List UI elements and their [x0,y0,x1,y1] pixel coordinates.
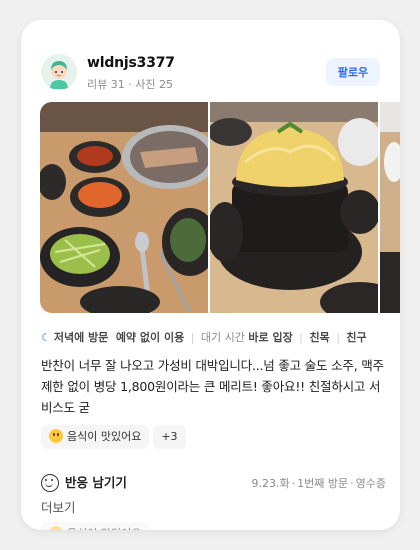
more-button[interactable]: 더보기 [41,497,76,516]
divider: | [190,331,195,344]
stats-separator: · [128,78,132,91]
keyword-tag-label: 음식이 맛있어요 [67,430,142,443]
visit-count: 1번째 방문 [297,477,349,490]
wait-time-value: 바로 입장 [248,331,293,344]
photo-count: 사진 25 [135,78,173,91]
username[interactable]: wldnjs3377 [87,55,175,71]
reaction-row: 반응 남기기 9.23.화 · 1번째 방문 · 영수증 [41,472,386,496]
keyword-tags: 음식이 맛있어요 +3 [41,425,190,451]
visit-companion: 친구 [346,331,367,344]
avatar-character-icon [41,54,77,90]
review-card: wldnjs3377 리뷰 31 · 사진 25 팔로우 ☾ 저녁에 방문 예약… [21,20,400,530]
review-meta: 9.23.화 · 1번째 방문 · 영수증 [251,477,386,490]
avatar[interactable] [41,54,77,90]
food-photo-icon [40,102,208,313]
more-tags-button[interactable]: +3 [153,425,186,449]
review-photo-3-peek[interactable] [380,102,400,313]
wait-time-label: 대기 시간 [200,331,245,344]
visit-time: 저녁에 방문 [53,331,109,344]
reaction-label: 반응 남기기 [65,475,127,490]
visit-info: ☾ 저녁에 방문 예약 없이 이용 | 대기 시간 바로 입장 | 친목 | 친구 [41,329,386,345]
review-count: 리뷰 31 [87,78,125,91]
smile-icon [41,474,59,492]
photo-carousel[interactable] [40,102,400,313]
food-photo-icon [210,102,378,313]
follow-button[interactable]: 팔로우 [326,58,380,86]
review-photo-2[interactable] [210,102,378,313]
keyword-tag-label: 음식이 맛있어요 [67,527,141,530]
review-text[interactable]: 반찬이 너무 잘 나오고 가성비 대박입니다...넘 좋고 술도 소주, 맥주 … [41,355,386,418]
visit-reservation: 예약 없이 이용 [115,331,185,344]
divider: | [299,331,303,344]
next-review-peek: 음식이 맛있어요 [41,522,153,530]
user-stats: 리뷰 31 · 사진 25 [87,76,173,92]
reaction-button[interactable]: 반응 남기기 [41,472,127,492]
verification-method: 영수증 [355,477,386,490]
food-photo-icon [380,102,400,313]
review-photo-1[interactable] [40,102,208,313]
moon-icon: ☾ [41,331,51,344]
keyword-tag[interactable]: 음식이 맛있어요 [41,425,150,449]
visit-purpose: 친목 [309,331,330,344]
keyword-tag: 음식이 맛있어요 [41,522,150,530]
tasty-face-icon [49,429,63,443]
visit-date: 9.23.화 [251,477,290,490]
review-header: wldnjs3377 리뷰 31 · 사진 25 팔로우 [41,54,380,94]
divider: | [336,331,340,344]
tasty-face-icon [49,526,63,530]
